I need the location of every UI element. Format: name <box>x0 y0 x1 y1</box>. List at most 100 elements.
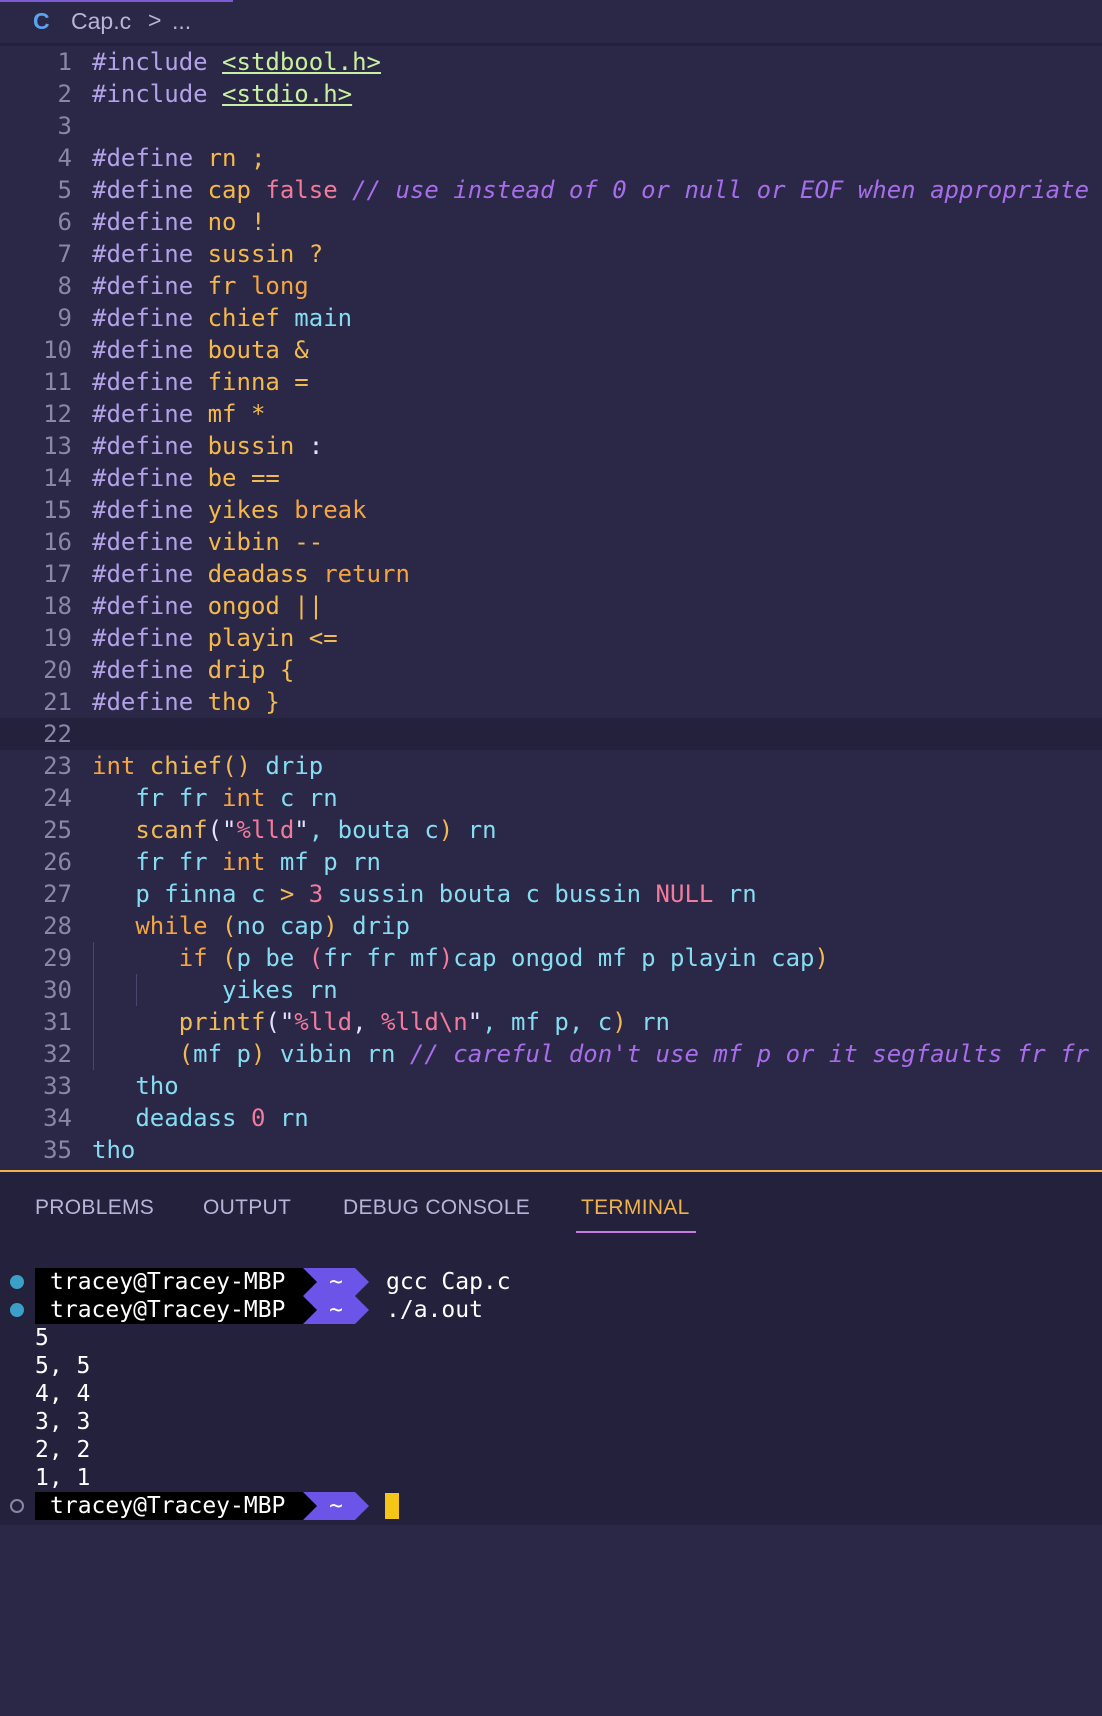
code-token: if <box>92 944 208 972</box>
line-number: 30 <box>43 976 72 1004</box>
code-token: %lld <box>381 1008 439 1036</box>
breadcrumb-more[interactable]: ... <box>172 8 191 35</box>
command-status-dot[interactable] <box>10 1499 24 1513</box>
code-token: bouta <box>207 336 280 364</box>
code-line[interactable]: 20 #define drip { <box>0 654 1102 686</box>
command-status-dot[interactable] <box>10 1303 24 1317</box>
code-line[interactable]: 8 #define fr long <box>0 270 1102 302</box>
code-token: yikes <box>207 496 280 524</box>
code-line[interactable]: 9 #define chief main <box>0 302 1102 334</box>
code-text: while (no cap) drip <box>92 910 410 942</box>
code-token: yikes rn <box>92 976 338 1004</box>
code-line[interactable]: 12 #define mf * <box>0 398 1102 430</box>
code-line[interactable]: 22 <box>0 718 1102 750</box>
code-token: == <box>236 464 280 492</box>
line-number: 14 <box>43 464 72 492</box>
code-line[interactable]: 34 deadass 0 rn <box>0 1102 1102 1134</box>
code-line[interactable]: 32 (mf p) vibin rn // careful don't use … <box>0 1038 1102 1070</box>
terminal-output-line: 2, 2 <box>35 1437 91 1463</box>
code-token: %lld <box>294 1008 353 1036</box>
code-line[interactable]: 5 #define cap false // use instead of 0 o… <box>0 174 1102 206</box>
code-line[interactable]: 25 scanf("%lld", bouta c) rn <box>0 814 1102 846</box>
code-token: fr fr mf <box>323 944 439 972</box>
code-line[interactable]: 29 if (p be (fr fr mf)cap ongod mf p pla… <box>0 942 1102 974</box>
terminal-output-line: 5 <box>35 1325 49 1351</box>
tab-terminal[interactable]: TERMINAL <box>581 1196 690 1220</box>
code-token: no cap <box>236 912 324 940</box>
terminal-prompt-line[interactable]: tracey@Tracey-MBP ~ <box>0 1492 1102 1520</box>
code-token: * <box>236 400 266 428</box>
code-line[interactable]: 13 #define bussin : <box>0 430 1102 462</box>
code-line[interactable]: 14 #define be == <box>0 462 1102 494</box>
prompt-separator <box>303 1268 317 1296</box>
code-line[interactable]: 30 yikes rn <box>0 974 1102 1006</box>
line-number: 27 <box>43 880 72 908</box>
code-token: drip <box>337 912 410 940</box>
code-token: main <box>279 304 353 332</box>
code-token: (" <box>265 1008 295 1036</box>
code-line[interactable]: 21 #define tho } <box>0 686 1102 718</box>
line-number: 33 <box>43 1072 72 1100</box>
code-token: sussin bouta c bussin <box>323 880 656 908</box>
code-line[interactable]: 1 #include <stdbool.h> <box>0 46 1102 78</box>
code-line[interactable]: 6 #define no ! <box>0 206 1102 238</box>
tab-problems[interactable]: PROBLEMS <box>35 1196 154 1220</box>
code-line[interactable]: 24 fr fr int c rn <box>0 782 1102 814</box>
code-line[interactable]: 26 fr fr int mf p rn <box>0 846 1102 878</box>
terminal-output-line: 3, 3 <box>35 1409 91 1435</box>
code-token: () <box>222 752 251 780</box>
code-line[interactable]: 31 printf("%lld, %lld\n", mf p, c) rn <box>0 1006 1102 1038</box>
code-text: #define finna = <box>92 366 309 398</box>
terminal-command-line[interactable]: tracey@Tracey-MBP ~ ./a.out <box>0 1296 1102 1324</box>
line-number: 25 <box>43 816 72 844</box>
code-line[interactable]: 17 #define deadass return <box>0 558 1102 590</box>
code-text: int chief() drip <box>92 750 323 782</box>
code-token: tho <box>92 1136 136 1164</box>
line-number: 3 <box>57 112 72 140</box>
code-line[interactable]: 23 int chief() drip <box>0 750 1102 782</box>
code-token: vibin rn <box>265 1040 410 1068</box>
code-line[interactable]: 18 #define ongod || <box>0 590 1102 622</box>
terminal-cursor[interactable] <box>385 1493 399 1519</box>
line-number: 6 <box>57 208 72 236</box>
code-line[interactable]: 27 p finna c > 3 sussin bouta c bussin N… <box>0 878 1102 910</box>
code-editor[interactable]: 1 #include <stdbool.h> 2 #include <stdio.h>… <box>0 46 1102 1170</box>
code-line[interactable]: 15 #define yikes break <box>0 494 1102 526</box>
code-token: -- <box>279 528 324 556</box>
code-token: <stdio.h> <box>222 80 353 108</box>
code-token: #include <box>92 80 223 108</box>
code-line[interactable]: 28 while (no cap) drip <box>0 910 1102 942</box>
code-text: #include <stdio.h> <box>92 78 352 110</box>
prompt-user: tracey@Tracey-MBP <box>35 1268 303 1296</box>
line-number: 4 <box>57 144 72 172</box>
line-number: 31 <box>43 1008 72 1036</box>
code-token: ( <box>207 912 237 940</box>
prompt-user: tracey@Tracey-MBP <box>35 1492 303 1520</box>
code-token: printf <box>92 1008 266 1036</box>
code-token: #define <box>92 176 208 204</box>
code-token: 0 <box>250 1104 266 1132</box>
code-line[interactable]: 7 #define sussin ? <box>0 238 1102 270</box>
code-token: #define <box>92 560 208 588</box>
code-line[interactable]: 2 #include <stdio.h> <box>0 78 1102 110</box>
code-line[interactable]: 11 #define finna = <box>0 366 1102 398</box>
code-token: rn <box>453 816 497 844</box>
code-line[interactable]: 19 #define playin <= <box>0 622 1102 654</box>
code-token: cap ongod mf p playin cap <box>453 944 815 972</box>
line-number: 26 <box>43 848 72 876</box>
code-line[interactable]: 35 tho <box>0 1134 1102 1166</box>
code-token: NULL <box>655 880 714 908</box>
tab-output[interactable]: OUTPUT <box>203 1196 291 1220</box>
terminal-output-line: 1, 1 <box>35 1465 91 1491</box>
code-token: no <box>207 208 237 236</box>
code-line[interactable]: 10 #define bouta & <box>0 334 1102 366</box>
terminal-command-line[interactable]: tracey@Tracey-MBP ~ gcc Cap.c <box>0 1268 1102 1296</box>
code-line[interactable]: 4 #define rn ; <box>0 142 1102 174</box>
tab-debug-console[interactable]: DEBUG CONSOLE <box>343 1196 530 1220</box>
code-line[interactable]: 16 #define vibin -- <box>0 526 1102 558</box>
code-line[interactable]: 3 <box>0 110 1102 142</box>
code-line[interactable]: 33 tho <box>0 1070 1102 1102</box>
command-status-dot[interactable] <box>10 1275 24 1289</box>
breadcrumb-file[interactable]: Cap.c <box>71 8 131 35</box>
code-token: || <box>279 592 324 620</box>
